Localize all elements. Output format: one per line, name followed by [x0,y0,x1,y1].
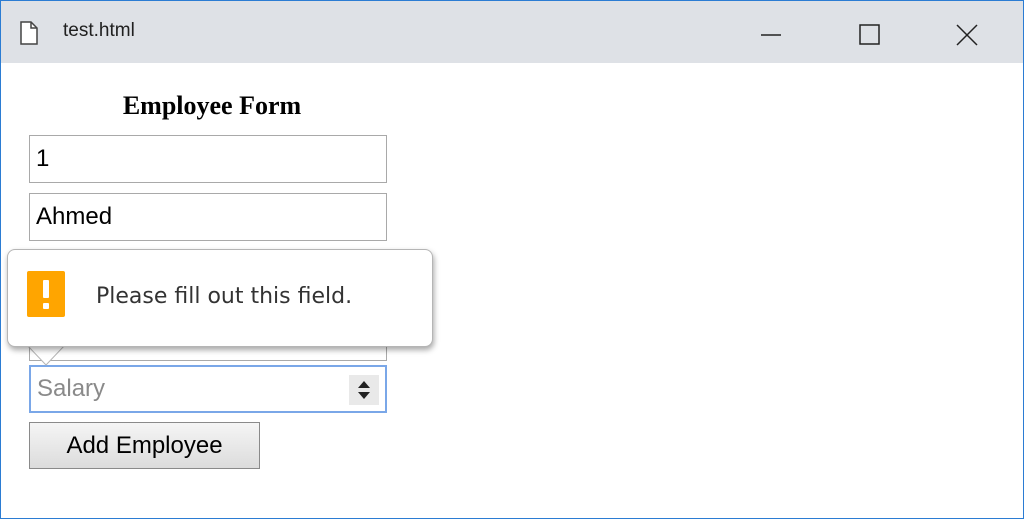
validation-tooltip: Please fill out this field. [7,249,433,347]
close-button[interactable] [921,1,1013,63]
window-title: test.html [63,20,135,41]
maximize-button[interactable] [825,1,917,63]
add-employee-button[interactable]: Add Employee [29,422,260,469]
page-content: Employee Form Add Employee Plea [1,63,1023,518]
maximize-icon [859,24,880,45]
form-title: Employee Form [122,91,302,120]
document-icon [19,21,39,45]
warning-icon [27,271,65,317]
validation-message: Please fill out this field. [96,284,353,309]
minimize-button[interactable] [729,1,821,63]
employee-name-field[interactable] [29,193,387,241]
employee-id-field[interactable] [29,135,387,183]
spinner-arrows-icon [358,381,370,399]
salary-spinner[interactable] [349,375,379,405]
browser-window: test.html Employee Form 1 Ahmed Salary A… [0,0,1024,519]
salary-field[interactable] [29,365,387,413]
minimize-icon [761,34,781,36]
tooltip-arrow [27,345,67,366]
title-bar: test.html [1,1,1023,63]
close-icon [956,24,978,46]
